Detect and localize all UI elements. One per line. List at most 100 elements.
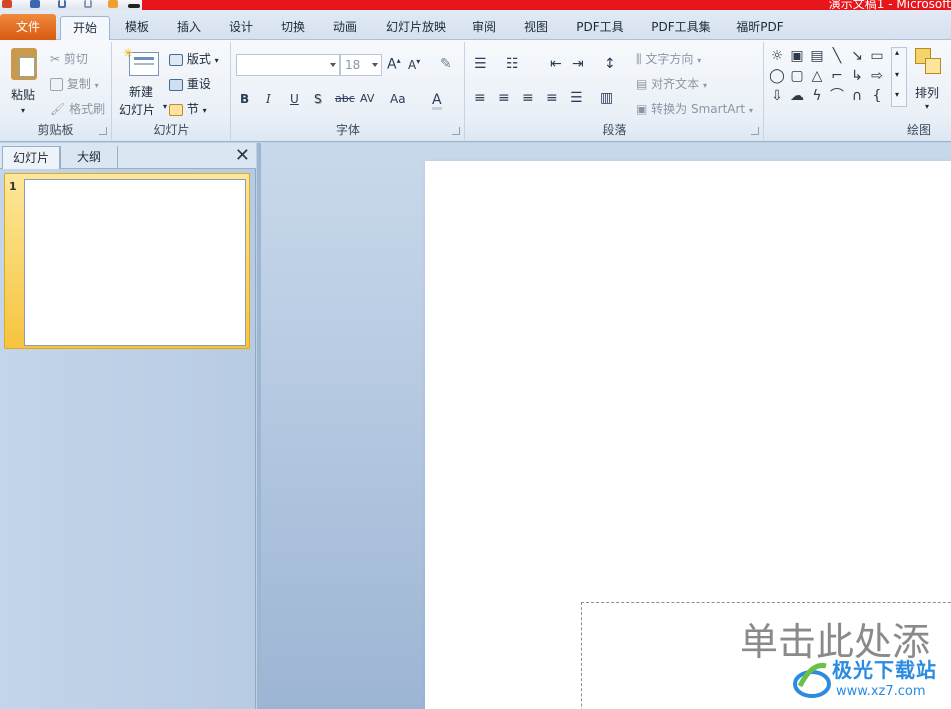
oval-shape-icon[interactable]: ◯ xyxy=(768,67,786,85)
gallery-more-icon[interactable]: ▾ xyxy=(895,90,899,99)
convert-smartart-button[interactable]: ▣ 转换为 SmartArt ▾ xyxy=(636,100,753,117)
shapes-gallery-scrollbar[interactable]: ▴ ▾ ▾ xyxy=(891,47,907,107)
format-painter-label: 格式刷 xyxy=(69,102,106,116)
decrease-indent-icon[interactable]: ⇤ xyxy=(550,56,562,72)
triangle-shape-icon[interactable]: △ xyxy=(808,67,826,85)
character-spacing-button[interactable]: AV xyxy=(360,92,374,110)
rectangle-shape-icon[interactable]: ▭ xyxy=(868,47,886,65)
distributed-icon[interactable]: ☰ xyxy=(570,90,583,106)
bold-button[interactable]: B xyxy=(240,92,249,110)
tab-file[interactable]: 文件 xyxy=(0,14,56,40)
new-slide-button[interactable]: ✳ 新建 幻灯片 ▾ xyxy=(119,46,169,117)
tab-animations[interactable]: 动画 xyxy=(323,16,367,40)
undo-icon[interactable] xyxy=(58,0,66,8)
tab-review[interactable]: 审阅 xyxy=(462,16,506,40)
tab-pdf-tools[interactable]: PDF工具 xyxy=(568,16,632,40)
down-arrow-shape-icon[interactable]: ⇩ xyxy=(768,87,786,105)
copy-button[interactable]: 复制 ▾ xyxy=(50,75,99,92)
font-size-combo[interactable]: 18 xyxy=(340,54,382,76)
gallery-up-icon[interactable]: ▴ xyxy=(895,48,899,57)
copy-icon xyxy=(50,78,63,91)
close-icon[interactable]: ✕ xyxy=(235,146,250,166)
cloud-shape-icon[interactable]: ☁ xyxy=(788,87,806,105)
tab-insert[interactable]: 插入 xyxy=(167,16,211,40)
change-case-button[interactable]: Aa xyxy=(390,92,406,110)
group-drawing: ☼ ▣ ▤ ╲ ↘ ▭ ◯ ▢ △ ⌐ ↳ ⇨ ⇩ ☁ ϟ ⌒ ∩ { ▴ ▾ … xyxy=(765,42,951,140)
slide-canvas[interactable]: 单击此处添 xyxy=(425,161,951,709)
increase-indent-icon[interactable]: ⇥ xyxy=(572,56,584,72)
section-button[interactable]: 节 ▾ xyxy=(169,100,207,117)
curve-shape-icon[interactable]: ⌒ xyxy=(828,87,846,105)
underline-button[interactable]: U xyxy=(290,92,299,110)
grow-font-icon[interactable]: A▴ xyxy=(387,56,401,73)
paste-button[interactable]: 粘贴 ▾ xyxy=(8,46,42,116)
italic-button[interactable]: I xyxy=(266,92,271,110)
columns-icon[interactable]: ▥ xyxy=(600,90,613,106)
layout-button[interactable]: 版式 ▾ xyxy=(169,50,219,67)
tab-view[interactable]: 视图 xyxy=(514,16,558,40)
slide-number: 1 xyxy=(9,180,17,193)
vertical-textbox-shape-icon[interactable]: ▤ xyxy=(808,47,826,65)
font-color-button[interactable]: A xyxy=(432,92,442,110)
font-launcher-icon[interactable] xyxy=(452,127,460,135)
right-arrow-shape-icon[interactable]: ⇨ xyxy=(868,67,886,85)
tab-foxit-pdf[interactable]: 福昕PDF xyxy=(728,16,792,40)
tab-pdf-toolset[interactable]: PDF工具集 xyxy=(642,16,720,40)
sun-shape-icon[interactable]: ☼ xyxy=(768,47,786,65)
strikethrough-button[interactable]: abc xyxy=(335,92,355,110)
tab-transitions[interactable]: 切换 xyxy=(271,16,315,40)
layout-label: 版式 xyxy=(186,52,211,66)
gallery-down-icon[interactable]: ▾ xyxy=(895,70,899,79)
cut-button[interactable]: ✂ 剪切 xyxy=(50,50,88,67)
tab-templates[interactable]: 模板 xyxy=(115,16,159,40)
tab-slideshow[interactable]: 幻灯片放映 xyxy=(378,16,454,40)
arrange-button[interactable]: 排列 ▾ xyxy=(911,46,947,116)
shadow-button[interactable]: S xyxy=(314,92,322,110)
align-center-icon[interactable]: ≡ xyxy=(498,90,510,106)
slides-group-label: 幻灯片 xyxy=(153,123,190,137)
clipboard-launcher-icon[interactable] xyxy=(99,127,107,135)
sparkle-icon: ✳ xyxy=(123,46,134,60)
paragraph-launcher-icon[interactable] xyxy=(751,127,759,135)
text-direction-button[interactable]: ⫼ 文字方向 ▾ xyxy=(636,50,701,67)
smartart-dropdown-icon: ▾ xyxy=(748,106,753,115)
brace-shape-icon[interactable]: { xyxy=(868,87,886,105)
new-slide-dropdown-icon: ▾ xyxy=(163,102,168,111)
cut-label: 剪切 xyxy=(63,52,88,66)
shrink-font-icon[interactable]: A▾ xyxy=(408,57,420,72)
line-spacing-icon[interactable]: ↕ xyxy=(604,56,616,72)
line-shape-icon[interactable]: ╲ xyxy=(828,47,846,65)
group-font: 18 A▴ A▾ ✎ B I U S abc AV Aa A 字体 xyxy=(232,42,465,140)
redo-icon[interactable] xyxy=(84,0,92,8)
arc-shape-icon[interactable]: ∩ xyxy=(848,87,866,105)
reset-button[interactable]: 重设 xyxy=(169,75,211,92)
rounded-rect-shape-icon[interactable]: ▢ xyxy=(788,67,806,85)
customize-qat-icon[interactable] xyxy=(128,4,140,8)
pane-tab-outline[interactable]: 大纲 xyxy=(60,146,118,169)
align-text-dropdown-icon: ▾ xyxy=(703,81,708,90)
format-painter-button[interactable]: 🖌 格式刷 xyxy=(50,100,105,117)
align-right-icon[interactable]: ≡ xyxy=(522,90,534,106)
lightning-shape-icon[interactable]: ϟ xyxy=(808,87,826,105)
align-text-button[interactable]: ▤ 对齐文本 ▾ xyxy=(636,75,707,92)
save-icon[interactable] xyxy=(30,0,40,8)
tab-design[interactable]: 设计 xyxy=(219,16,263,40)
arrange-label: 排列 xyxy=(915,86,940,100)
align-left-icon[interactable]: ≡ xyxy=(474,90,486,106)
bullets-icon[interactable]: ☰ xyxy=(474,56,487,72)
start-slideshow-icon[interactable] xyxy=(108,0,118,8)
clear-format-icon[interactable]: ✎ xyxy=(440,56,452,72)
textbox-shape-icon[interactable]: ▣ xyxy=(788,47,806,65)
drawing-group-label: 绘图 xyxy=(906,123,931,137)
slide-thumbnail-item[interactable]: 1 xyxy=(4,173,250,349)
pane-tab-slides[interactable]: 幻灯片 xyxy=(2,146,60,169)
elbow-arrow-shape-icon[interactable]: ↳ xyxy=(848,67,866,85)
tab-home[interactable]: 开始 xyxy=(60,16,110,41)
justify-icon[interactable]: ≡ xyxy=(546,90,558,106)
numbering-icon[interactable]: ☷ xyxy=(506,56,519,72)
font-name-combo[interactable] xyxy=(236,54,340,76)
elbow-connector-shape-icon[interactable]: ⌐ xyxy=(828,67,846,85)
arrow-line-shape-icon[interactable]: ↘ xyxy=(848,47,866,65)
text-direction-icon: ⫼ xyxy=(636,52,642,66)
slide-thumbnail[interactable] xyxy=(24,179,246,346)
